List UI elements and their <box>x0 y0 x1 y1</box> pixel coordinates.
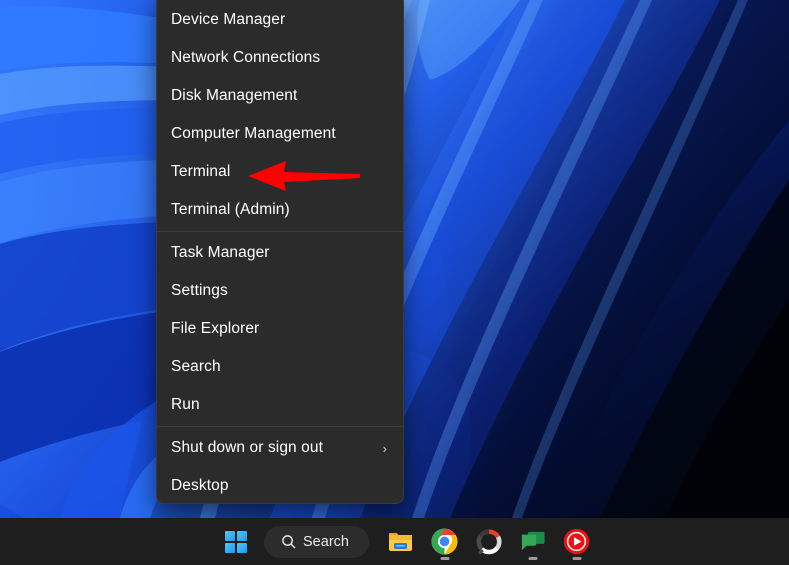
menu-separator <box>157 231 403 232</box>
menu-separator <box>157 426 403 427</box>
loading-circle-icon <box>476 528 502 555</box>
menu-group-session: Shut down or sign out › Desktop <box>157 429 403 503</box>
search-label: Search <box>303 533 349 550</box>
menu-item-terminal[interactable]: Terminal <box>157 153 403 191</box>
menu-item-label: Task Manager <box>171 244 270 262</box>
taskbar-google-chrome[interactable] <box>423 522 467 562</box>
menu-item-label: Desktop <box>171 477 229 495</box>
menu-item-label: Disk Management <box>171 87 298 105</box>
menu-item-desktop[interactable]: Desktop <box>157 467 403 503</box>
menu-group-system-tools: Device Manager Network Connections Disk … <box>157 1 403 229</box>
menu-item-label: Search <box>171 358 221 376</box>
menu-item-terminal-admin[interactable]: Terminal (Admin) <box>157 191 403 229</box>
youtube-play-icon <box>564 528 590 555</box>
taskbar-messages[interactable] <box>511 522 555 562</box>
menu-item-label: Settings <box>171 282 228 300</box>
search-icon <box>282 535 296 549</box>
running-indicator <box>528 556 538 560</box>
windows-logo-icon <box>225 530 248 553</box>
chat-bubbles-icon <box>521 531 545 550</box>
menu-item-disk-management[interactable]: Disk Management <box>157 77 403 115</box>
taskbar-app-circle[interactable] <box>467 522 511 562</box>
menu-item-label: Run <box>171 396 200 414</box>
menu-item-label: File Explorer <box>171 320 260 338</box>
taskbar[interactable]: Search <box>0 518 789 565</box>
menu-item-settings[interactable]: Settings <box>157 272 403 310</box>
menu-item-label: Computer Management <box>171 125 336 143</box>
menu-item-label: Shut down or sign out <box>171 439 324 457</box>
menu-group-apps: Task Manager Settings File Explorer Sear… <box>157 234 403 424</box>
start-button[interactable] <box>214 522 258 562</box>
menu-item-label: Terminal <box>171 163 231 181</box>
file-explorer-icon <box>388 532 412 551</box>
running-indicator <box>572 556 582 560</box>
taskbar-youtube[interactable] <box>555 522 599 562</box>
chrome-icon <box>432 528 458 555</box>
menu-item-label: Device Manager <box>171 11 286 29</box>
menu-item-shut-down-or-sign-out[interactable]: Shut down or sign out › <box>157 429 403 467</box>
menu-item-label: Network Connections <box>171 49 321 67</box>
menu-item-file-explorer[interactable]: File Explorer <box>157 310 403 348</box>
menu-item-label: Terminal (Admin) <box>171 201 290 219</box>
taskbar-item-group: Search <box>214 522 599 562</box>
menu-item-device-manager[interactable]: Device Manager <box>157 1 403 39</box>
menu-item-task-manager[interactable]: Task Manager <box>157 234 403 272</box>
menu-item-computer-management[interactable]: Computer Management <box>157 115 403 153</box>
win-x-quick-link-menu[interactable]: Device Manager Network Connections Disk … <box>156 0 404 504</box>
taskbar-search-button[interactable]: Search <box>264 525 369 558</box>
menu-item-search[interactable]: Search <box>157 348 403 386</box>
menu-item-run[interactable]: Run <box>157 386 403 424</box>
chevron-right-icon: › <box>382 440 387 456</box>
running-indicator <box>440 556 450 560</box>
menu-item-network-connections[interactable]: Network Connections <box>157 39 403 77</box>
taskbar-file-explorer[interactable] <box>379 522 423 562</box>
screen: Device Manager Network Connections Disk … <box>0 0 789 565</box>
